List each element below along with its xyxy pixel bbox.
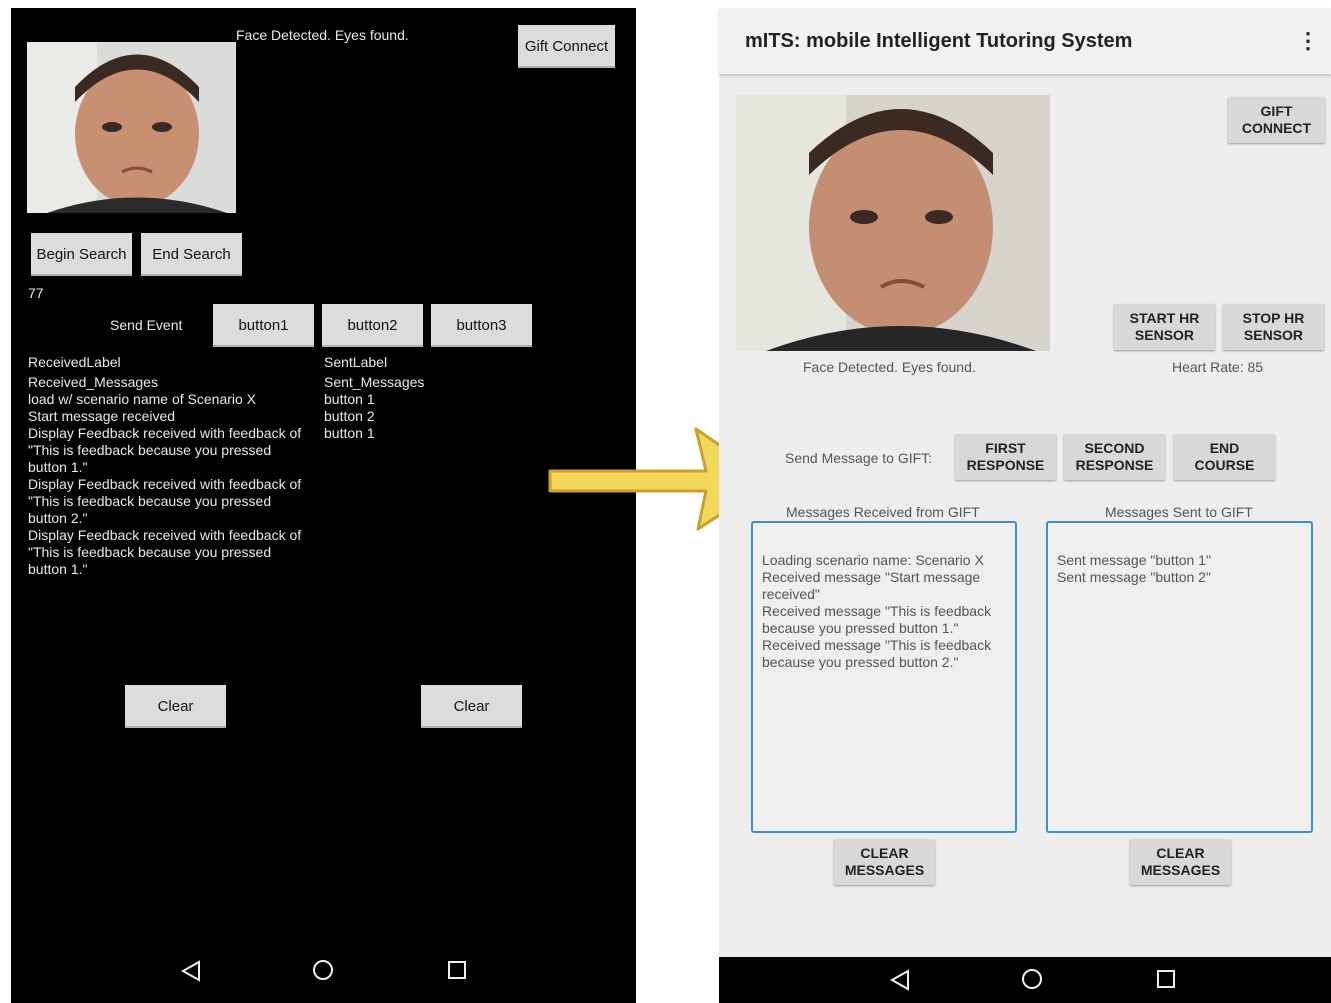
received-line: Received message "This is feedback [762, 603, 992, 619]
sent-line: Sent message "button 2" [1057, 569, 1211, 585]
received-line: button 2." [28, 510, 88, 526]
recents-icon[interactable] [1156, 969, 1176, 989]
received-line: "This is feedback because you pressed [28, 493, 272, 509]
clear-received-button[interactable]: Clear [125, 685, 226, 728]
received-line: Start message received [28, 408, 176, 424]
start-hr-sensor-button[interactable]: START HR SENSOR [1114, 304, 1215, 350]
back-icon[interactable] [889, 969, 911, 991]
recents-icon[interactable] [447, 960, 467, 980]
received-label: ReceivedLabel [28, 354, 121, 370]
received-messages: Received_Messages load w/ scenario name … [28, 374, 328, 578]
button2[interactable]: button2 [322, 304, 423, 347]
app-bar: mITS: mobile Intelligent Tutoring System… [719, 8, 1331, 74]
sent-messages: Sent_Messages button 1 button 2 button 1 [324, 374, 424, 442]
gift-connect-button[interactable]: GIFT CONNECT [1228, 97, 1325, 143]
received-line: Loading scenario name: Scenario X [762, 552, 984, 568]
sent-line: button 1 [324, 425, 375, 441]
received-line: "This is feedback because you pressed [28, 544, 272, 560]
new-app-screen: mITS: mobile Intelligent Tutoring System… [719, 8, 1331, 1003]
received-line: "This is feedback because you pressed [28, 442, 272, 458]
sent-line: Sent_Messages [324, 374, 425, 390]
second-response-button[interactable]: SECOND RESPONSE [1064, 434, 1165, 480]
home-icon[interactable] [312, 959, 334, 981]
face-status: Face Detected. Eyes found. [236, 27, 409, 43]
send-message-label: Send Message to GIFT: [785, 450, 933, 466]
clear-sent-button[interactable]: Clear [421, 685, 522, 728]
received-line: button 1." [28, 459, 88, 475]
received-line: Received_Messages [28, 374, 158, 390]
received-messages: Loading scenario name: Scenario X Receiv… [762, 552, 1012, 671]
camera-preview [736, 95, 1050, 351]
new-navigation-bar [719, 957, 1331, 1003]
received-line: because you pressed button 1." [762, 620, 959, 636]
button3[interactable]: button3 [431, 304, 532, 347]
received-line: Display Feedback received with feedback … [28, 527, 302, 543]
received-line: button 1." [28, 561, 88, 577]
clear-received-button[interactable]: CLEAR MESSAGES [834, 839, 935, 885]
overflow-menu-icon[interactable]: ⋮ [1297, 28, 1319, 54]
app-title: mITS: mobile Intelligent Tutoring System [745, 30, 1133, 52]
camera-preview [27, 42, 236, 213]
heart-rate: Heart Rate: 85 [1172, 359, 1264, 375]
sent-title: Messages Sent to GIFT [1105, 504, 1253, 520]
begin-search-button[interactable]: Begin Search [31, 233, 132, 276]
received-line: received" [762, 586, 820, 602]
home-icon[interactable] [1021, 968, 1043, 990]
received-line: Display Feedback received with feedback … [28, 476, 302, 492]
sent-label: SentLabel [324, 354, 388, 370]
received-line: because you pressed button 2." [762, 654, 959, 670]
first-response-button[interactable]: FIRST RESPONSE [955, 434, 1056, 480]
received-line: Received message "This is feedback [762, 637, 992, 653]
received-line: Received message "Start message [762, 569, 981, 585]
sent-messages: Sent message "button 1" Sent message "bu… [1057, 552, 1307, 586]
stop-hr-sensor-button[interactable]: STOP HR SENSOR [1223, 304, 1324, 350]
end-search-button[interactable]: End Search [141, 233, 242, 276]
back-icon[interactable] [180, 960, 202, 982]
sent-line: button 1 [324, 391, 375, 407]
face-status: Face Detected. Eyes found. [803, 359, 976, 375]
gift-connect-button[interactable]: Gift Connect [518, 25, 615, 68]
old-app-screen: Face Detected. Eyes found. Gift Connect … [11, 8, 636, 1003]
old-navigation-bar [11, 943, 636, 1003]
button1[interactable]: button1 [213, 304, 314, 347]
sent-line: Sent message "button 1" [1057, 552, 1211, 568]
counter-value: 77 [28, 285, 44, 301]
clear-sent-button[interactable]: CLEAR MESSAGES [1130, 839, 1231, 885]
send-event-label: Send Event [110, 317, 183, 333]
received-title: Messages Received from GIFT [786, 504, 980, 520]
received-line: Display Feedback received with feedback … [28, 425, 302, 441]
end-course-button[interactable]: END COURSE [1174, 434, 1275, 480]
sent-line: button 2 [324, 408, 375, 424]
received-line: load w/ scenario name of Scenario X [28, 391, 257, 407]
